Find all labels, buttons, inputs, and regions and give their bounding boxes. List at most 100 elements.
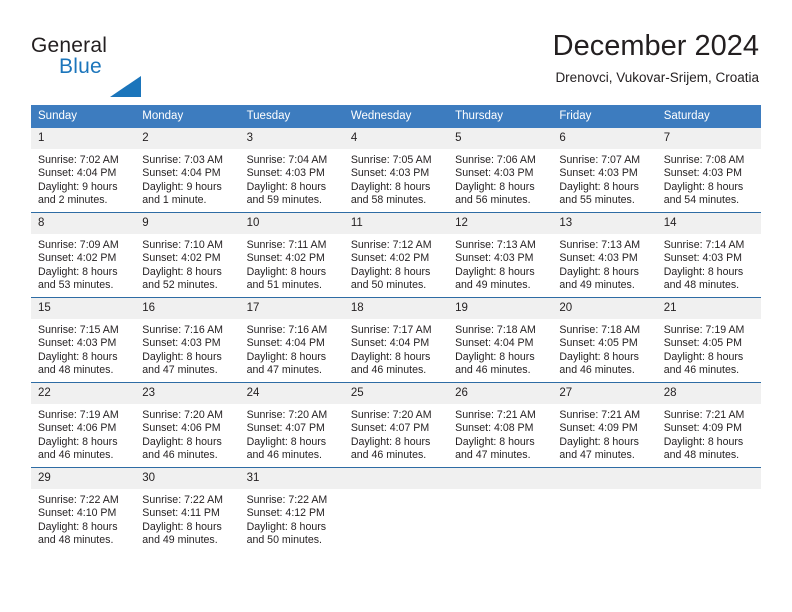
sunrise-text: Sunrise: 7:08 AM <box>663 154 745 166</box>
calendar-day-cell[interactable]: 16 Sunrise: 7:16 AM Sunset: 4:03 PM Dayligh… <box>135 297 240 383</box>
sunset-text: Sunset: 4:04 PM <box>38 167 117 180</box>
calendar-day-cell[interactable]: 27 Sunrise: 7:21 AM Sunset: 4:09 PM Dayligh… <box>552 382 657 468</box>
day-cell-inner: 3 Sunrise: 7:04 AM Sunset: 4:03 PM Daylight… <box>239 128 344 212</box>
calendar-day-cell[interactable]: 13 Sunrise: 7:13 AM Sunset: 4:03 PM Dayligh… <box>552 212 657 298</box>
calendar-day-cell[interactable]: 17 Sunrise: 7:16 AM Sunset: 4:04 PM Dayligh… <box>239 297 344 383</box>
calendar-day-cell[interactable]: 23 Sunrise: 7:20 AM Sunset: 4:06 PM Dayligh… <box>135 382 240 468</box>
day-number: 7 <box>656 128 761 149</box>
calendar-day-cell[interactable]: 30 Sunrise: 7:22 AM Sunset: 4:11 PM Dayligh… <box>135 467 240 552</box>
daylight-text-line1: Daylight: 8 hours <box>38 265 118 278</box>
daylight-text-line2: and 59 minutes. <box>246 193 322 206</box>
calendar-day-cell[interactable]: 10 Sunrise: 7:11 AM Sunset: 4:02 PM Dayligh… <box>239 212 344 298</box>
day-number <box>656 468 761 489</box>
calendar-day-cell[interactable]: 21 Sunrise: 7:19 AM Sunset: 4:05 PM Dayligh… <box>656 297 761 383</box>
daylight-text-line2: and 48 minutes. <box>663 448 740 461</box>
sunset-text: Sunset: 4:05 PM <box>559 337 638 350</box>
daylight-text-line2: and 47 minutes. <box>246 363 322 376</box>
calendar-day-cell[interactable] <box>343 467 449 552</box>
daylight-text-line1: Daylight: 8 hours <box>246 435 327 448</box>
daylight-text-line1: Daylight: 8 hours <box>350 265 431 278</box>
daylight-text-line1: Daylight: 8 hours <box>455 435 535 448</box>
calendar-day-cell[interactable]: 9 Sunrise: 7:10 AM Sunset: 4:02 PM Daylight… <box>135 212 240 298</box>
day-number: 9 <box>135 213 240 234</box>
day-cell-inner: 19 Sunrise: 7:18 AM Sunset: 4:04 PM Dayligh… <box>448 298 553 382</box>
calendar-day-cell[interactable]: 29 Sunrise: 7:22 AM Sunset: 4:10 PM Dayligh… <box>31 467 136 552</box>
calendar-page: General Blue December 2024 Drenovci, Vuk… <box>0 0 792 612</box>
day-number: 21 <box>656 298 761 319</box>
calendar-day-cell[interactable]: 2 Sunrise: 7:03 AM Sunset: 4:04 PM Daylight… <box>135 128 240 213</box>
calendar-day-cell[interactable]: 5 Sunrise: 7:06 AM Sunset: 4:03 PM Daylight… <box>448 128 553 213</box>
sunrise-text: Sunrise: 7:17 AM <box>350 324 432 336</box>
sunrise-text: Sunrise: 7:18 AM <box>455 324 536 336</box>
daylight-text-line1: Daylight: 8 hours <box>142 350 222 363</box>
calendar-day-cell[interactable]: 8 Sunrise: 7:09 AM Sunset: 4:02 PM Daylight… <box>31 212 136 298</box>
day-details <box>552 489 656 494</box>
daylight-text-line1: Daylight: 8 hours <box>246 265 327 278</box>
daylight-text-line2: and 2 minutes. <box>38 193 108 206</box>
sunset-text: Sunset: 4:12 PM <box>246 507 325 520</box>
day-number: 3 <box>239 128 344 149</box>
calendar-day-cell[interactable]: 15 Sunrise: 7:15 AM Sunset: 4:03 PM Dayligh… <box>31 297 136 383</box>
calendar-day-cell[interactable]: 3 Sunrise: 7:04 AM Sunset: 4:03 PM Daylight… <box>239 128 344 213</box>
calendar-day-cell[interactable]: 12 Sunrise: 7:13 AM Sunset: 4:03 PM Dayligh… <box>448 212 553 298</box>
sunrise-text: Sunrise: 7:07 AM <box>559 154 641 166</box>
weekday-header-wednesday: Wednesday <box>343 105 449 128</box>
day-cell-inner: 22 Sunrise: 7:19 AM Sunset: 4:06 PM Dayligh… <box>31 383 136 467</box>
calendar-day-cell[interactable]: 18 Sunrise: 7:17 AM Sunset: 4:04 PM Dayligh… <box>343 297 449 383</box>
day-details: Sunrise: 7:06 AM Sunset: 4:03 PM Daylight:… <box>448 149 552 207</box>
title-block: December 2024 Drenovci, Vukovar-Srijem, … <box>553 29 759 86</box>
calendar-day-cell[interactable]: 31 Sunrise: 7:22 AM Sunset: 4:12 PM Dayligh… <box>239 467 344 552</box>
day-cell-inner: 27 Sunrise: 7:21 AM Sunset: 4:09 PM Dayligh… <box>552 383 657 467</box>
daylight-text-line2: and 51 minutes. <box>246 278 322 291</box>
sunset-text: Sunset: 4:03 PM <box>559 167 638 180</box>
calendar-day-cell[interactable]: 22 Sunrise: 7:19 AM Sunset: 4:06 PM Dayligh… <box>31 382 136 468</box>
calendar-day-cell[interactable]: 19 Sunrise: 7:18 AM Sunset: 4:04 PM Dayligh… <box>448 297 553 383</box>
daylight-text-line2: and 48 minutes. <box>38 533 114 546</box>
sunrise-text: Sunrise: 7:13 AM <box>559 239 641 251</box>
day-cell-inner: 25 Sunrise: 7:20 AM Sunset: 4:07 PM Dayligh… <box>343 383 449 467</box>
day-cell-inner: 5 Sunrise: 7:06 AM Sunset: 4:03 PM Daylight… <box>448 128 553 212</box>
day-number: 27 <box>552 383 657 404</box>
calendar-day-cell[interactable]: 4 Sunrise: 7:05 AM Sunset: 4:03 PM Daylight… <box>343 128 449 213</box>
day-details: Sunrise: 7:21 AM Sunset: 4:09 PM Daylight:… <box>657 404 761 462</box>
sunset-text: Sunset: 4:02 PM <box>38 252 117 265</box>
calendar-week-row: 1 Sunrise: 7:02 AM Sunset: 4:04 PM Daylight… <box>31 128 761 213</box>
daylight-text-line2: and 49 minutes. <box>455 278 531 291</box>
calendar-day-cell[interactable]: 6 Sunrise: 7:07 AM Sunset: 4:03 PM Daylight… <box>552 128 657 213</box>
calendar-day-cell[interactable]: 20 Sunrise: 7:18 AM Sunset: 4:05 PM Dayligh… <box>552 297 657 383</box>
daylight-text-line2: and 1 minute. <box>142 193 207 206</box>
calendar-day-cell[interactable]: 11 Sunrise: 7:12 AM Sunset: 4:02 PM Dayligh… <box>343 212 449 298</box>
sunset-text: Sunset: 4:03 PM <box>350 167 430 180</box>
daylight-text-line1: Daylight: 8 hours <box>559 435 639 448</box>
daylight-text-line2: and 48 minutes. <box>663 278 740 291</box>
day-number: 13 <box>552 213 657 234</box>
calendar-day-cell[interactable]: 26 Sunrise: 7:21 AM Sunset: 4:08 PM Dayligh… <box>448 382 553 468</box>
sunset-text: Sunset: 4:02 PM <box>350 252 430 265</box>
sunrise-text: Sunrise: 7:06 AM <box>455 154 536 166</box>
sunrise-text: Sunrise: 7:19 AM <box>663 324 745 336</box>
calendar-day-cell[interactable] <box>656 467 761 552</box>
calendar-day-cell[interactable]: 25 Sunrise: 7:20 AM Sunset: 4:07 PM Dayligh… <box>343 382 449 468</box>
calendar-day-cell[interactable]: 28 Sunrise: 7:21 AM Sunset: 4:09 PM Dayligh… <box>656 382 761 468</box>
calendar-day-cell[interactable]: 24 Sunrise: 7:20 AM Sunset: 4:07 PM Dayligh… <box>239 382 344 468</box>
calendar-day-cell[interactable]: 14 Sunrise: 7:14 AM Sunset: 4:03 PM Dayligh… <box>656 212 761 298</box>
calendar-day-cell[interactable] <box>448 467 553 552</box>
daylight-text-line2: and 46 minutes. <box>559 363 635 376</box>
daylight-text-line1: Daylight: 8 hours <box>455 350 535 363</box>
calendar-day-cell[interactable]: 1 Sunrise: 7:02 AM Sunset: 4:04 PM Daylight… <box>31 128 136 213</box>
sunset-text: Sunset: 4:08 PM <box>455 422 534 435</box>
sunset-text: Sunset: 4:04 PM <box>142 167 221 180</box>
day-details: Sunrise: 7:22 AM Sunset: 4:11 PM Daylight:… <box>135 489 239 547</box>
day-details: Sunrise: 7:21 AM Sunset: 4:09 PM Daylight:… <box>552 404 656 462</box>
brand-logo[interactable]: General Blue <box>31 34 211 97</box>
day-number: 19 <box>448 298 553 319</box>
sunrise-text: Sunrise: 7:21 AM <box>455 409 536 421</box>
day-cell-inner: 31 Sunrise: 7:22 AM Sunset: 4:12 PM Dayligh… <box>239 468 344 552</box>
daylight-text-line1: Daylight: 8 hours <box>350 435 431 448</box>
sunrise-text: Sunrise: 7:10 AM <box>142 239 223 251</box>
sunrise-text: Sunrise: 7:13 AM <box>455 239 536 251</box>
brand-name-bottom: Blue <box>59 55 102 78</box>
calendar-day-cell[interactable] <box>552 467 657 552</box>
calendar-day-cell[interactable]: 7 Sunrise: 7:08 AM Sunset: 4:03 PM Daylight… <box>656 128 761 213</box>
day-cell-inner: 9 Sunrise: 7:10 AM Sunset: 4:02 PM Daylight… <box>135 213 240 297</box>
